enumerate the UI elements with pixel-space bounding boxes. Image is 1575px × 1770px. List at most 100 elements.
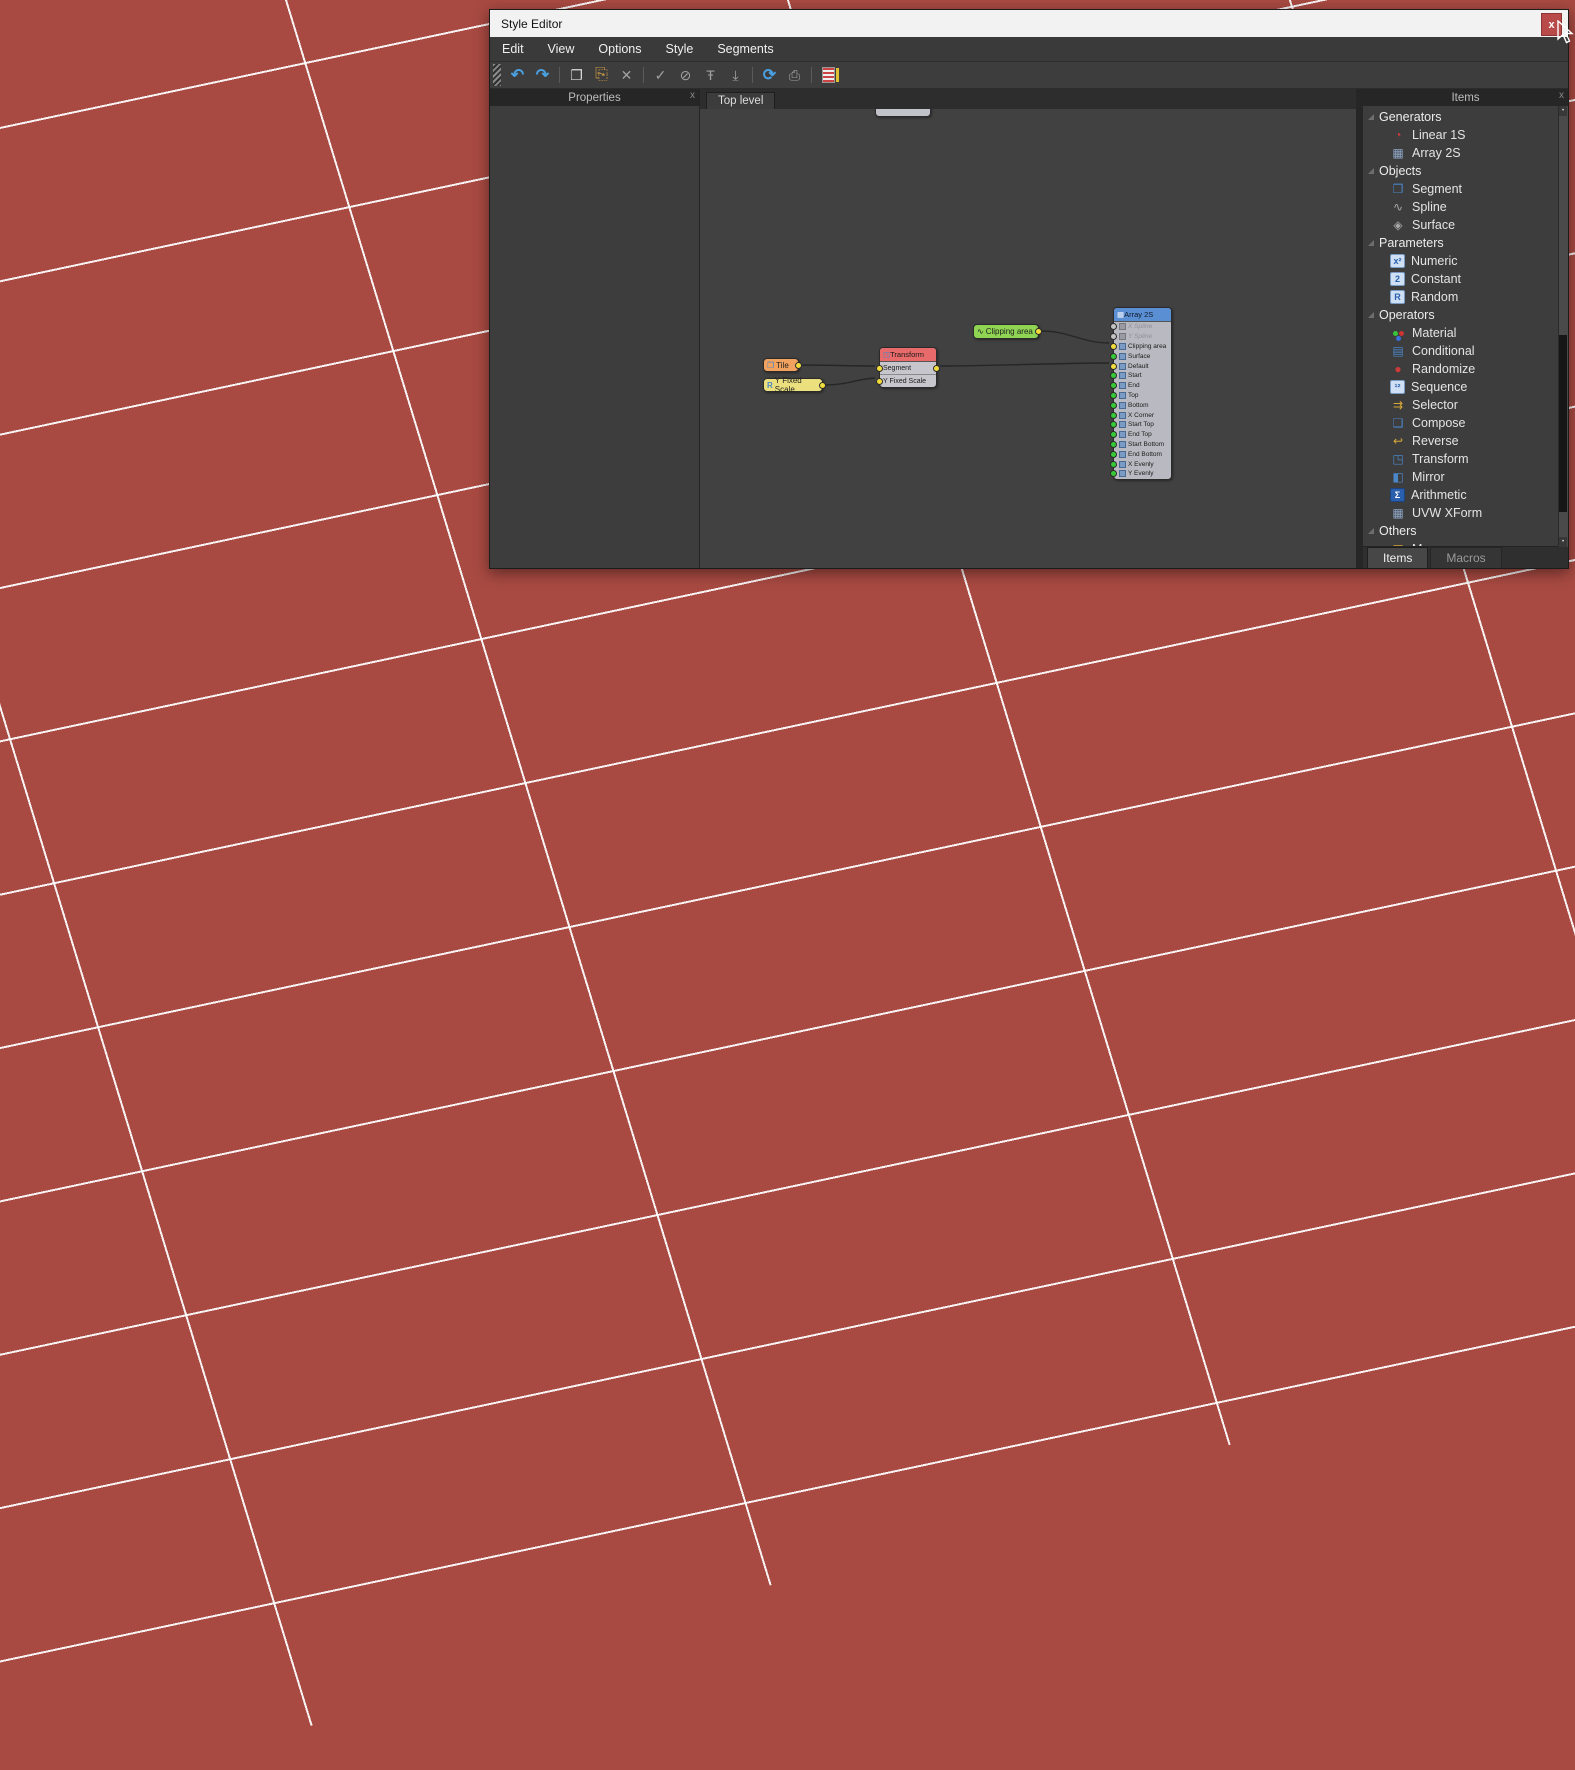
- material-icon: [1393, 330, 1404, 341]
- menu-view[interactable]: View: [536, 37, 587, 61]
- items-scrollbar[interactable]: • •: [1558, 106, 1568, 547]
- paste-icon[interactable]: ⎘: [589, 64, 614, 86]
- item-transform[interactable]: ◳ Transform: [1363, 450, 1568, 468]
- item-compose[interactable]: ❑ Compose: [1363, 414, 1568, 432]
- tab-items[interactable]: Items: [1367, 547, 1429, 568]
- array-top-port[interactable]: [1110, 391, 1117, 399]
- window-title: Style Editor: [501, 16, 563, 31]
- group-operators[interactable]: Operators: [1363, 306, 1568, 324]
- item-arithmetic[interactable]: Σ Arithmetic: [1363, 486, 1568, 504]
- expand-triangle-icon: [1368, 114, 1374, 120]
- tile-node[interactable]: ❒ Tile: [763, 358, 802, 372]
- array-start-bottom-port[interactable]: [1110, 440, 1117, 448]
- clipping-output-port[interactable]: [1035, 328, 1042, 335]
- tile-output-port[interactable]: [795, 361, 802, 369]
- tab-macros[interactable]: Macros: [1430, 547, 1502, 568]
- panel-splitter[interactable]: [1356, 89, 1363, 568]
- array-clipping-port[interactable]: [1110, 342, 1117, 350]
- scrollbar-thumb[interactable]: [1559, 335, 1567, 512]
- array-start-top-port[interactable]: [1110, 421, 1117, 429]
- toolbar-separator: [811, 67, 812, 83]
- item-linear-1s[interactable]: ◔ Linear 1S: [1363, 126, 1568, 144]
- array-start-port[interactable]: [1110, 372, 1117, 380]
- item-selector[interactable]: ⇉ Selector: [1363, 396, 1568, 414]
- group-generators[interactable]: Generators: [1363, 108, 1568, 126]
- array-default-port[interactable]: [1110, 362, 1117, 370]
- array-x-corner-port[interactable]: [1110, 411, 1117, 419]
- items-close-icon[interactable]: x: [1559, 90, 1564, 101]
- copy-icon[interactable]: ❐: [564, 64, 589, 86]
- clipped-node[interactable]: [875, 109, 931, 117]
- item-mirror[interactable]: ◧ Mirror: [1363, 468, 1568, 486]
- undo-icon[interactable]: ↶: [505, 64, 530, 86]
- array-y-spline-port[interactable]: [1110, 333, 1117, 341]
- scroll-up-icon[interactable]: •: [1559, 106, 1567, 116]
- row-icon: [1119, 460, 1126, 468]
- array-x-spline-port[interactable]: [1110, 323, 1117, 331]
- y-fixed-scale-node[interactable]: R Y Fixed Scale: [763, 376, 826, 394]
- spline-icon: ∿: [977, 327, 984, 336]
- array-row-default: Default: [1110, 361, 1171, 371]
- array-row-x-corner: X Corner: [1110, 410, 1171, 420]
- y-fixed-scale-output-port[interactable]: [819, 381, 826, 389]
- clipping-area-node[interactable]: ∿ Clipping area: [973, 324, 1042, 339]
- items-panel-header[interactable]: Items x: [1363, 89, 1568, 106]
- item-array-2s[interactable]: ▦ Array 2S: [1363, 144, 1568, 162]
- scroll-down-icon[interactable]: •: [1559, 537, 1567, 547]
- tab-top-level[interactable]: Top level: [706, 92, 776, 109]
- properties-close-icon[interactable]: x: [690, 90, 695, 101]
- title-bar[interactable]: Style Editor x: [490, 10, 1568, 37]
- item-uvw-xform[interactable]: ▦ UVW XForm: [1363, 504, 1568, 522]
- disable-icon[interactable]: ⊘: [673, 64, 698, 86]
- item-conditional[interactable]: ▤ Conditional: [1363, 342, 1568, 360]
- menu-style[interactable]: Style: [654, 37, 706, 61]
- menu-segments[interactable]: Segments: [705, 37, 785, 61]
- node-canvas[interactable]: ❒ Tile R Y Fixed Scale ◳ Transform Segme…: [700, 109, 1356, 568]
- menu-options[interactable]: Options: [586, 37, 653, 61]
- properties-panel-header[interactable]: Properties x: [490, 89, 699, 106]
- constant-icon: 2: [1390, 272, 1405, 286]
- item-material[interactable]: Material: [1363, 324, 1568, 342]
- item-sequence[interactable]: ¹² Sequence: [1363, 378, 1568, 396]
- array-end-port[interactable]: [1110, 382, 1117, 390]
- redo-icon[interactable]: ↷: [530, 64, 555, 86]
- group-others[interactable]: Others: [1363, 522, 1568, 540]
- item-constant[interactable]: 2 Constant: [1363, 270, 1568, 288]
- properties-panel: Properties x: [490, 89, 700, 568]
- transform-node[interactable]: ◳ Transform Segment Y Fixed Scale: [876, 347, 940, 388]
- delete-icon[interactable]: ✕: [614, 64, 639, 86]
- array-x-evenly-port[interactable]: [1110, 460, 1117, 468]
- library-icon[interactable]: [816, 64, 841, 86]
- item-randomize[interactable]: ● Randomize: [1363, 360, 1568, 378]
- item-random[interactable]: R Random: [1363, 288, 1568, 306]
- array-row-end-top: End Top: [1110, 430, 1171, 440]
- array-row-y-evenly: Y Evenly: [1110, 469, 1171, 479]
- array-bottom-port[interactable]: [1110, 401, 1117, 409]
- array-end-bottom-port[interactable]: [1110, 450, 1117, 458]
- confirm-icon[interactable]: ✓: [648, 64, 673, 86]
- menu-edit[interactable]: Edit: [490, 37, 536, 61]
- array-2s-node[interactable]: ▦ Array 2S X Spline Y Spline Clipping ar…: [1110, 307, 1172, 480]
- refresh-icon[interactable]: ⟳: [757, 64, 782, 86]
- array-surface-port[interactable]: [1110, 352, 1117, 360]
- transform-output-port[interactable]: [933, 364, 940, 372]
- row-icon: [1119, 342, 1126, 350]
- item-reverse[interactable]: ↩ Reverse: [1363, 432, 1568, 450]
- group-objects[interactable]: Objects: [1363, 162, 1568, 180]
- transform-segment-input-port[interactable]: [876, 364, 883, 372]
- transform-yfs-input-port[interactable]: [876, 377, 883, 385]
- export-icon[interactable]: ⎙: [782, 64, 807, 86]
- item-macro[interactable]: ▨Macro: [1363, 540, 1568, 546]
- collapse-top-icon[interactable]: Ŧ: [698, 64, 723, 86]
- properties-panel-title: Properties: [568, 91, 621, 104]
- item-surface[interactable]: ◈ Surface: [1363, 216, 1568, 234]
- item-numeric[interactable]: x² Numeric: [1363, 252, 1568, 270]
- group-parameters[interactable]: Parameters: [1363, 234, 1568, 252]
- window-close-button[interactable]: x: [1541, 13, 1562, 36]
- item-spline[interactable]: ∿ Spline: [1363, 198, 1568, 216]
- array-end-top-port[interactable]: [1110, 431, 1117, 439]
- array-y-evenly-port[interactable]: [1110, 470, 1117, 478]
- toolbar-grip[interactable]: [493, 64, 501, 86]
- collapse-box-icon[interactable]: ⤓: [723, 64, 748, 86]
- item-segment[interactable]: ❒ Segment: [1363, 180, 1568, 198]
